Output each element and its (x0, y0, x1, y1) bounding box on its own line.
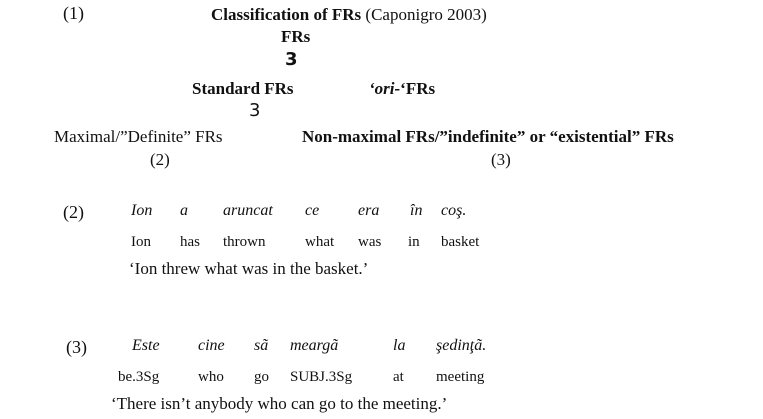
example-3-word: Este (132, 337, 160, 354)
example-2-gloss: was (358, 234, 382, 250)
example-2-gloss: thrown (223, 234, 266, 250)
tree-branch-root: 3 (285, 49, 298, 70)
example-3-gloss: meeting (436, 369, 485, 385)
tree-node-maximal: Maximal/”Definite” FRs (54, 127, 223, 146)
example-3-word: şedinţã. (436, 337, 487, 354)
tree-node-standard-frs: Standard FRs (192, 79, 294, 98)
example-2-word: aruncat (223, 202, 273, 219)
maximal-example-ref: (2) (150, 150, 170, 169)
example-2-gloss: Ion (131, 234, 151, 250)
example-3-word: meargã (290, 337, 339, 354)
example-3-number: (3) (66, 337, 87, 357)
example-2-word: era (358, 202, 380, 219)
title-text: Classification of FRs (211, 5, 362, 24)
example-2-gloss: has (180, 234, 200, 250)
example-2-gloss: basket (441, 234, 480, 250)
example-2-gloss: what (305, 234, 335, 250)
example-3-gloss: who (198, 369, 224, 385)
example-3-gloss: SUBJ.3Sg (290, 369, 353, 385)
example-3-gloss: go (254, 369, 269, 385)
example-2-word: a (180, 202, 188, 219)
example-2-translation: ‘Ion threw what was in the basket.’ (129, 259, 369, 278)
tree-branch-standard: 3 (249, 100, 261, 121)
ori-suffix: ‘FRs (400, 79, 436, 98)
tree-node-ori-frs: ‘ori-‘FRs (369, 79, 435, 99)
classification-title: Classification of FRs (Caponigro 2003) (211, 5, 487, 25)
non-maximal-example-ref: (3) (491, 150, 511, 169)
example-2-word: ce (305, 202, 320, 219)
tree-root-frs: FRs (281, 27, 311, 46)
title-citation: (Caponigro 2003) (365, 5, 487, 24)
example-3-word: sã (254, 337, 269, 354)
example-2-gloss: in (408, 234, 420, 250)
tree-node-non-maximal: Non-maximal FRs/”indefinite” or “existen… (302, 127, 674, 146)
example-2-number: (2) (63, 202, 84, 222)
example-2-word: în (410, 202, 423, 219)
example-3-translation: ‘There isn’t anybody who can go to the m… (111, 394, 448, 413)
example-2-word: coş. (441, 202, 467, 219)
example-3-gloss: at (393, 369, 404, 385)
example-2-word: Ion (131, 202, 153, 219)
example-3-gloss: be.3Sg (118, 369, 160, 385)
example-3-word: la (393, 337, 406, 354)
ori-prefix: ‘ori- (369, 79, 401, 98)
example-3-word: cine (198, 337, 225, 354)
example-1-number: (1) (63, 3, 84, 23)
